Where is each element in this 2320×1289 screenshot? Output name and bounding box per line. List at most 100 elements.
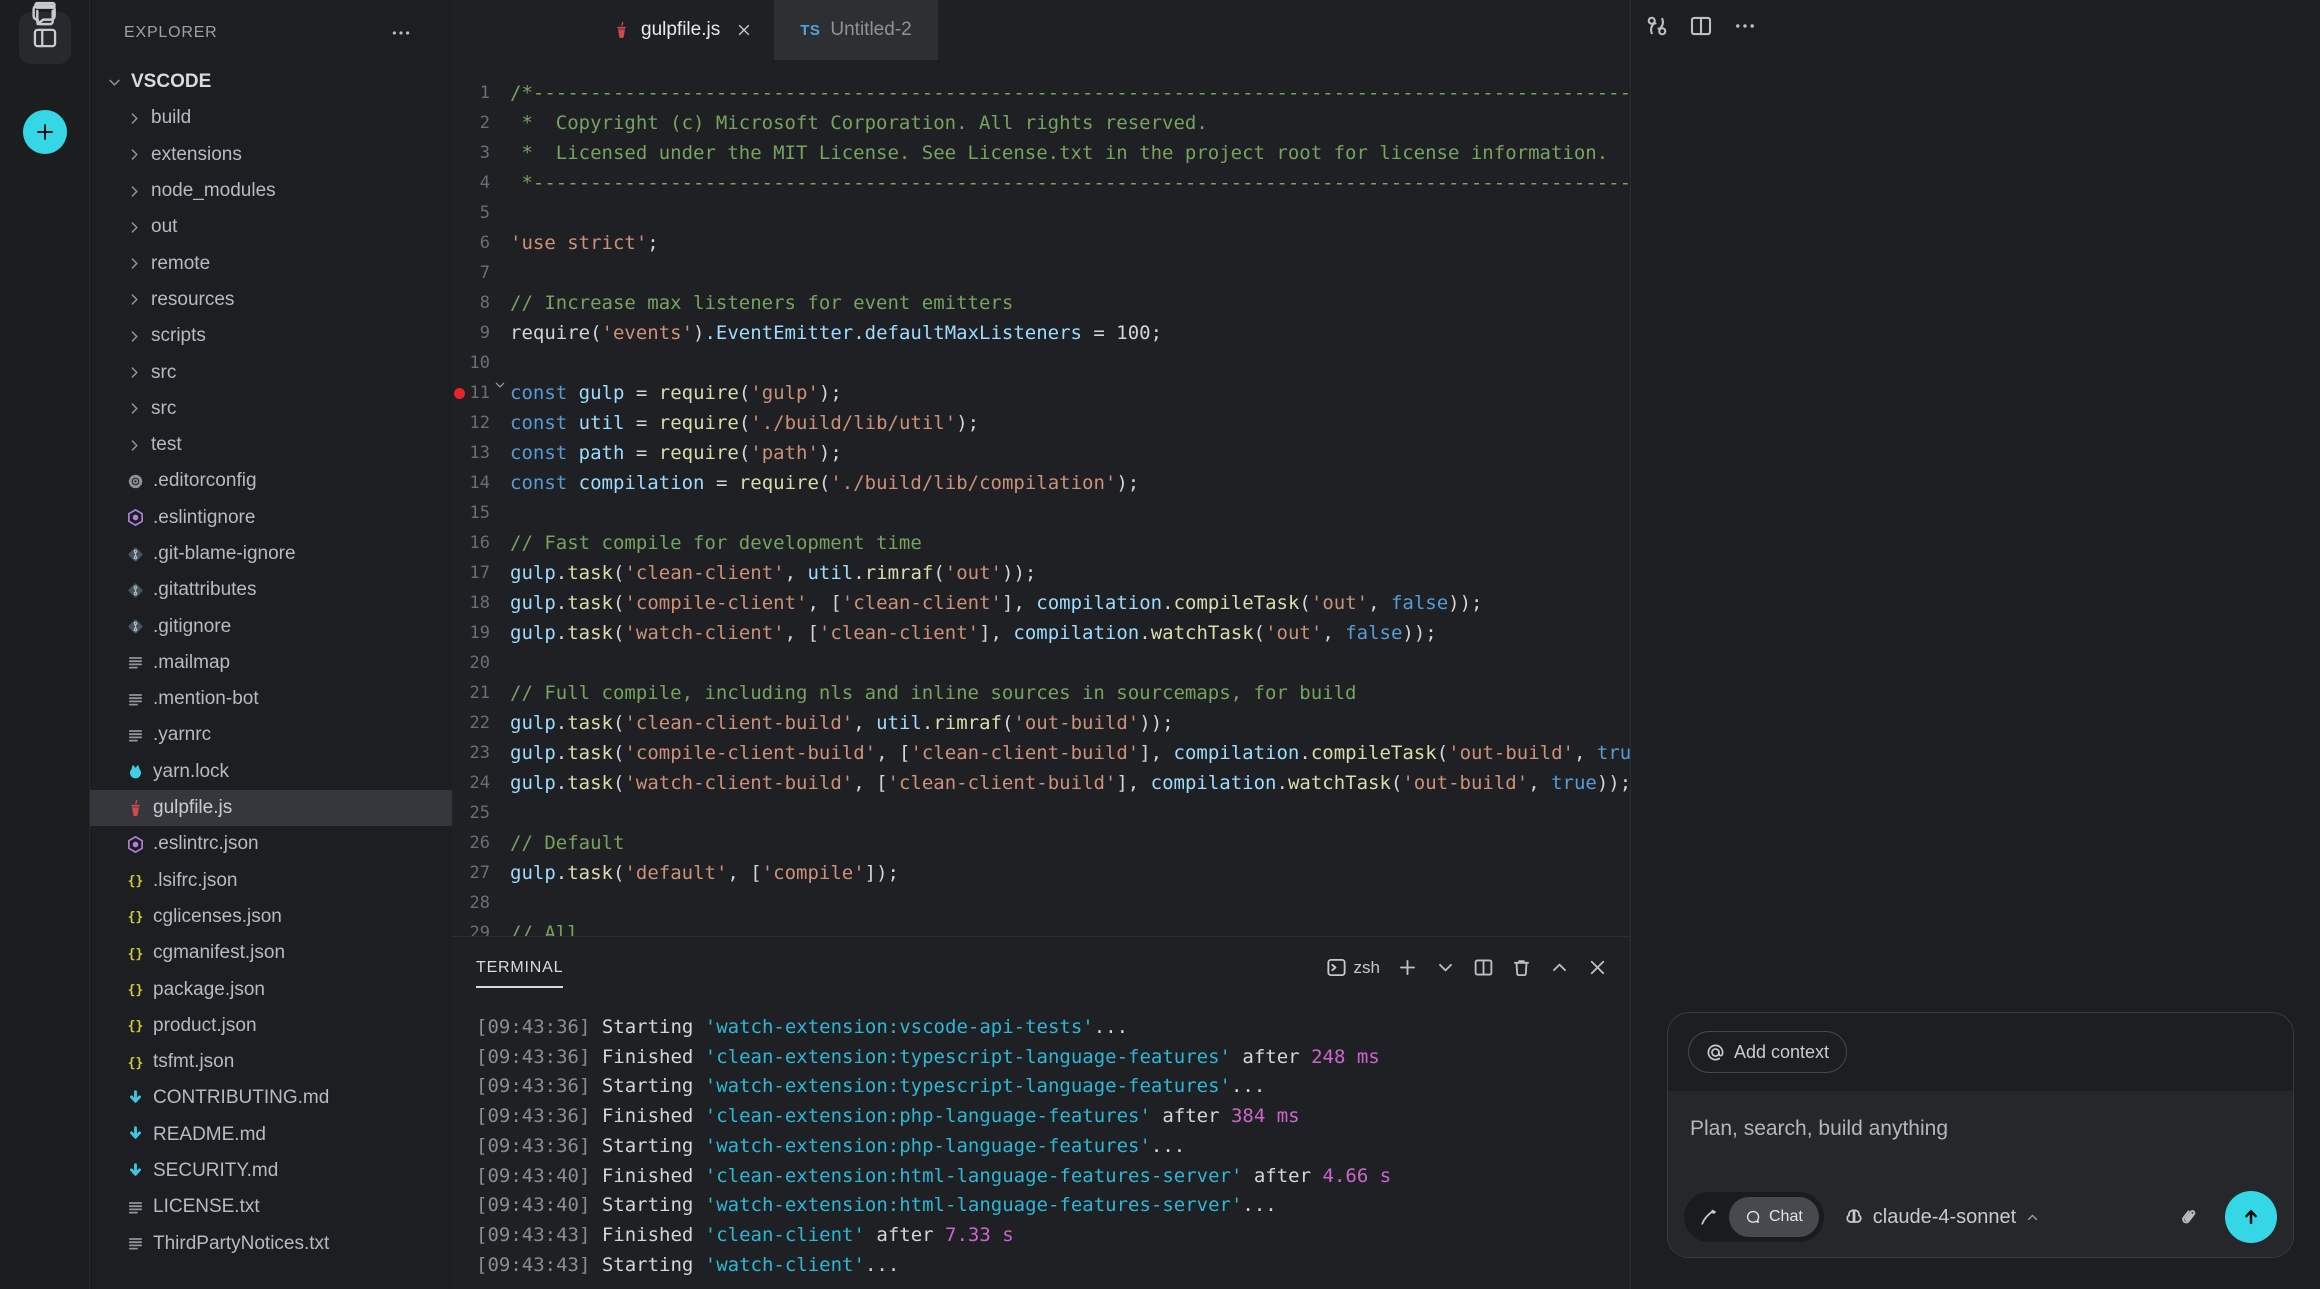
breakpoint-gutter xyxy=(452,258,466,288)
terminal-dropdown-icon[interactable] xyxy=(1435,957,1456,978)
gulp-file-icon xyxy=(612,21,631,40)
chevron-down-icon[interactable] xyxy=(493,378,507,392)
arrow-up-icon xyxy=(2240,1206,2262,1228)
code-editor[interactable]: 1/*-------------------------------------… xyxy=(452,60,1630,936)
folder-row-build[interactable]: build xyxy=(90,100,452,136)
close-panel-icon[interactable] xyxy=(1587,957,1608,978)
explorer-more-icon[interactable] xyxy=(390,22,412,44)
file-row-gulpfile-js[interactable]: gulpfile.js xyxy=(90,790,452,826)
file-row-thirdpartynotices-txt[interactable]: ThirdPartyNotices.txt xyxy=(90,1226,452,1262)
code-text: const gulp = require('gulp'); xyxy=(510,378,1630,408)
activity-bar xyxy=(0,0,90,1289)
file-row--eslintrc-json[interactable]: .eslintrc.json xyxy=(90,826,452,862)
model-selector[interactable]: claude-4-sonnet xyxy=(1844,1206,2040,1229)
breakpoint-gutter xyxy=(452,348,466,378)
file-row-readme-md[interactable]: README.md xyxy=(90,1117,452,1153)
tab-gulpfile-js[interactable]: gulpfile.js xyxy=(590,0,774,60)
md-file-icon xyxy=(126,1162,145,1181)
kill-terminal-icon[interactable] xyxy=(1511,957,1532,978)
add-context-button[interactable]: Add context xyxy=(1688,1031,1847,1073)
file-row--editorconfig[interactable]: .editorconfig xyxy=(90,463,452,499)
code-line-11: 11const gulp = require('gulp'); xyxy=(452,378,1630,408)
folder-row-test[interactable]: test xyxy=(90,427,452,463)
terminal-line: [09:43:36] Starting 'watch-extension:vsc… xyxy=(476,1013,1622,1043)
archive-button[interactable] xyxy=(31,0,59,28)
new-terminal-icon[interactable] xyxy=(1397,957,1418,978)
file-row-contributing-md[interactable]: CONTRIBUTING.md xyxy=(90,1080,452,1116)
folder-row-src[interactable]: src xyxy=(90,354,452,390)
gulp-file-icon xyxy=(126,799,145,818)
file-row-yarn-lock[interactable]: yarn.lock xyxy=(90,754,452,790)
file-row-cgmanifest-json[interactable]: {}cgmanifest.json xyxy=(90,935,452,971)
tree-item-label: src xyxy=(151,398,176,420)
file-row--yarnrc[interactable]: .yarnrc xyxy=(90,717,452,753)
code-text: gulp.task('compile-client-build', ['clea… xyxy=(510,738,1630,768)
chat-mode-button[interactable]: Chat xyxy=(1729,1197,1819,1237)
maximize-panel-icon[interactable] xyxy=(1549,957,1570,978)
lines-file-icon xyxy=(126,726,145,745)
tab-terminal[interactable]: TERMINAL xyxy=(476,959,563,988)
folder-row-scripts[interactable]: scripts xyxy=(90,318,452,354)
file-row-package-json[interactable]: {}package.json xyxy=(90,971,452,1007)
close-tab-icon[interactable] xyxy=(736,22,752,38)
line-number: 26 xyxy=(466,828,490,858)
breakpoint-gutter xyxy=(452,798,466,828)
svg-text:{}: {} xyxy=(128,910,144,925)
send-button[interactable] xyxy=(2225,1191,2277,1243)
tree-item-label: .lsifrc.json xyxy=(153,870,237,892)
archive-box-icon xyxy=(31,0,59,28)
line-number: 20 xyxy=(466,648,490,678)
file-row--gitignore[interactable]: .gitignore xyxy=(90,608,452,644)
folder-row-src[interactable]: src xyxy=(90,391,452,427)
file-row--gitattributes[interactable]: .gitattributes xyxy=(90,572,452,608)
svg-text:{}: {} xyxy=(128,1019,144,1034)
file-row--eslintignore[interactable]: .eslintignore xyxy=(90,500,452,536)
tab-spacer xyxy=(452,0,590,60)
folder-row-vscode[interactable]: VSCODE xyxy=(90,64,452,100)
file-row-product-json[interactable]: {}product.json xyxy=(90,1008,452,1044)
fold-gutter xyxy=(490,438,510,468)
code-text: gulp.task('clean-client-build', util.rim… xyxy=(510,708,1630,738)
tree-item-label: .git-blame-ignore xyxy=(153,543,296,565)
breakpoint-icon xyxy=(454,388,465,399)
yarn-file-icon xyxy=(126,762,145,781)
attach-button[interactable] xyxy=(2177,1206,2199,1228)
folder-row-extensions[interactable]: extensions xyxy=(90,137,452,173)
folder-row-out[interactable]: out xyxy=(90,209,452,245)
shell-select-button[interactable]: zsh xyxy=(1326,957,1380,978)
file-row--lsifrc-json[interactable]: {}.lsifrc.json xyxy=(90,863,452,899)
folder-row-remote[interactable]: remote xyxy=(90,245,452,281)
folder-row-resources[interactable]: resources xyxy=(90,282,452,318)
code-line-20: 20 xyxy=(452,648,1630,678)
breakpoint-gutter xyxy=(452,708,466,738)
line-number: 21 xyxy=(466,678,490,708)
handoff-icon[interactable] xyxy=(1645,14,1669,38)
tree-item-label: .gitattributes xyxy=(153,579,257,601)
code-text: gulp.task('default', ['compile']); xyxy=(510,858,1630,888)
chat-toolbar: Chat claude-4-sonnet xyxy=(1684,1191,2277,1243)
explorer-title: EXPLORER xyxy=(124,24,218,42)
breakpoint-gutter xyxy=(452,168,466,198)
split-editor-icon[interactable] xyxy=(1689,14,1713,38)
fold-gutter xyxy=(490,528,510,558)
split-terminal-icon[interactable] xyxy=(1473,957,1494,978)
file-row-license-txt[interactable]: LICENSE.txt xyxy=(90,1189,452,1225)
new-chat-button[interactable] xyxy=(23,110,67,154)
compose-button[interactable] xyxy=(1689,1207,1729,1227)
terminal-output[interactable]: [09:43:36] Starting 'watch-extension:vsc… xyxy=(476,1013,1622,1289)
tree-item-label: test xyxy=(151,434,182,456)
line-number: 3 xyxy=(466,138,490,168)
more-actions-icon[interactable] xyxy=(1733,14,1757,38)
folder-row-node-modules[interactable]: node_modules xyxy=(90,173,452,209)
file-row-tsfmt-json[interactable]: {}tsfmt.json xyxy=(90,1044,452,1080)
file-row--mailmap[interactable]: .mailmap xyxy=(90,645,452,681)
file-row-security-md[interactable]: SECURITY.md xyxy=(90,1153,452,1189)
file-row--git-blame-ignore[interactable]: .git-blame-ignore xyxy=(90,536,452,572)
file-row-cglicenses-json[interactable]: {}cglicenses.json xyxy=(90,899,452,935)
chevron-right-icon xyxy=(126,291,143,308)
file-row--mention-bot[interactable]: .mention-bot xyxy=(90,681,452,717)
tree-item-label: node_modules xyxy=(151,180,276,202)
panel-actions xyxy=(1645,14,1757,38)
code-text: *---------------------------------------… xyxy=(510,168,1630,198)
tab-untitled-2[interactable]: TSUntitled-2 xyxy=(774,0,938,60)
